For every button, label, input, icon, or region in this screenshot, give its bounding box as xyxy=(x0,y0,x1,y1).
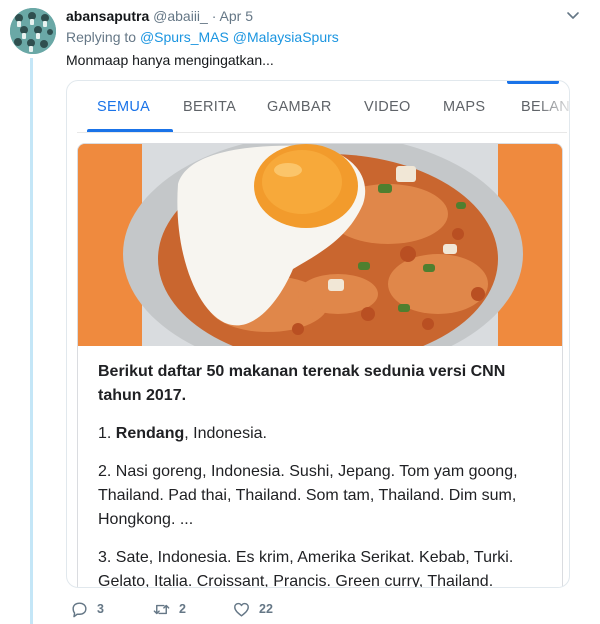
reply-icon xyxy=(72,601,87,617)
like-count: 22 xyxy=(259,602,273,616)
retweet-icon xyxy=(153,604,170,614)
heart-icon xyxy=(234,602,249,617)
snippet-text: Berikut daftar 50 makanan terenak seduni… xyxy=(98,360,548,588)
list-item-highlight: Rendang xyxy=(115,425,185,442)
tab-top-indicator xyxy=(507,81,559,84)
tab-semua[interactable]: SEMUA xyxy=(97,99,150,115)
tweet-text: Monmaap hanya mengingatkan... xyxy=(66,52,274,68)
replying-prefix: Replying to xyxy=(66,29,137,45)
tweet-header: abansaputra @abaiii_ · Apr 5 xyxy=(66,6,580,26)
tab-gambar[interactable]: GAMBAR xyxy=(267,99,332,115)
tab-berita[interactable]: BERITA xyxy=(183,99,236,115)
retweet-count: 2 xyxy=(179,602,186,616)
search-screenshot-card[interactable]: SEMUA BERITA GAMBAR VIDEO MAPS BELANJA xyxy=(66,80,570,588)
list-number: 3. xyxy=(98,549,112,566)
active-tab-underline xyxy=(87,129,173,132)
snippet-lead: Berikut daftar 50 makanan terenak seduni… xyxy=(98,363,506,404)
retweet-button[interactable]: 2 xyxy=(152,598,186,620)
avatar[interactable] xyxy=(10,8,56,54)
list-number: 2. xyxy=(98,463,112,480)
list-item: 3. Sate, Indonesia. Es krim, Amerika Ser… xyxy=(98,546,548,588)
list-number: 1. xyxy=(98,425,112,442)
search-tabs: SEMUA BERITA GAMBAR VIDEO MAPS BELANJA xyxy=(77,81,569,133)
chevron-down-icon[interactable] xyxy=(566,8,580,22)
featured-snippet: Berikut daftar 50 makanan terenak seduni… xyxy=(77,143,563,588)
replying-to: Replying to @Spurs_MAS @MalaysiaSpurs xyxy=(66,28,339,46)
avatar-image xyxy=(10,8,56,54)
list-item-text: Nasi goreng, Indonesia. Sushi, Jepang. T… xyxy=(98,463,518,528)
list-item: 2. Nasi goreng, Indonesia. Sushi, Jepang… xyxy=(98,460,548,532)
nasi-goreng-image xyxy=(78,144,562,346)
like-button[interactable]: 22 xyxy=(232,598,273,620)
mention-link[interactable]: @MalaysiaSpurs xyxy=(233,29,339,45)
tweet-date[interactable]: Apr 5 xyxy=(220,8,253,24)
mention-link[interactable]: @Spurs_MAS xyxy=(140,29,229,45)
reply-button[interactable]: 3 xyxy=(70,598,104,620)
tab-video[interactable]: VIDEO xyxy=(364,99,411,115)
list-item-text: , Indonesia. xyxy=(184,425,267,442)
list-item: 1. Rendang, Indonesia. xyxy=(98,422,548,446)
thread-line xyxy=(30,58,33,624)
tabs-fade xyxy=(537,91,569,125)
separator-dot: · xyxy=(211,8,217,24)
reply-count: 3 xyxy=(97,602,104,616)
tab-maps[interactable]: MAPS xyxy=(443,99,485,115)
food-list: 1. Rendang, Indonesia. 2. Nasi goreng, I… xyxy=(98,422,548,588)
user-handle[interactable]: @abaiii_ xyxy=(153,8,208,24)
list-item-text: Sate, Indonesia. Es krim, Amerika Serika… xyxy=(98,549,514,588)
display-name[interactable]: abansaputra xyxy=(66,8,149,24)
